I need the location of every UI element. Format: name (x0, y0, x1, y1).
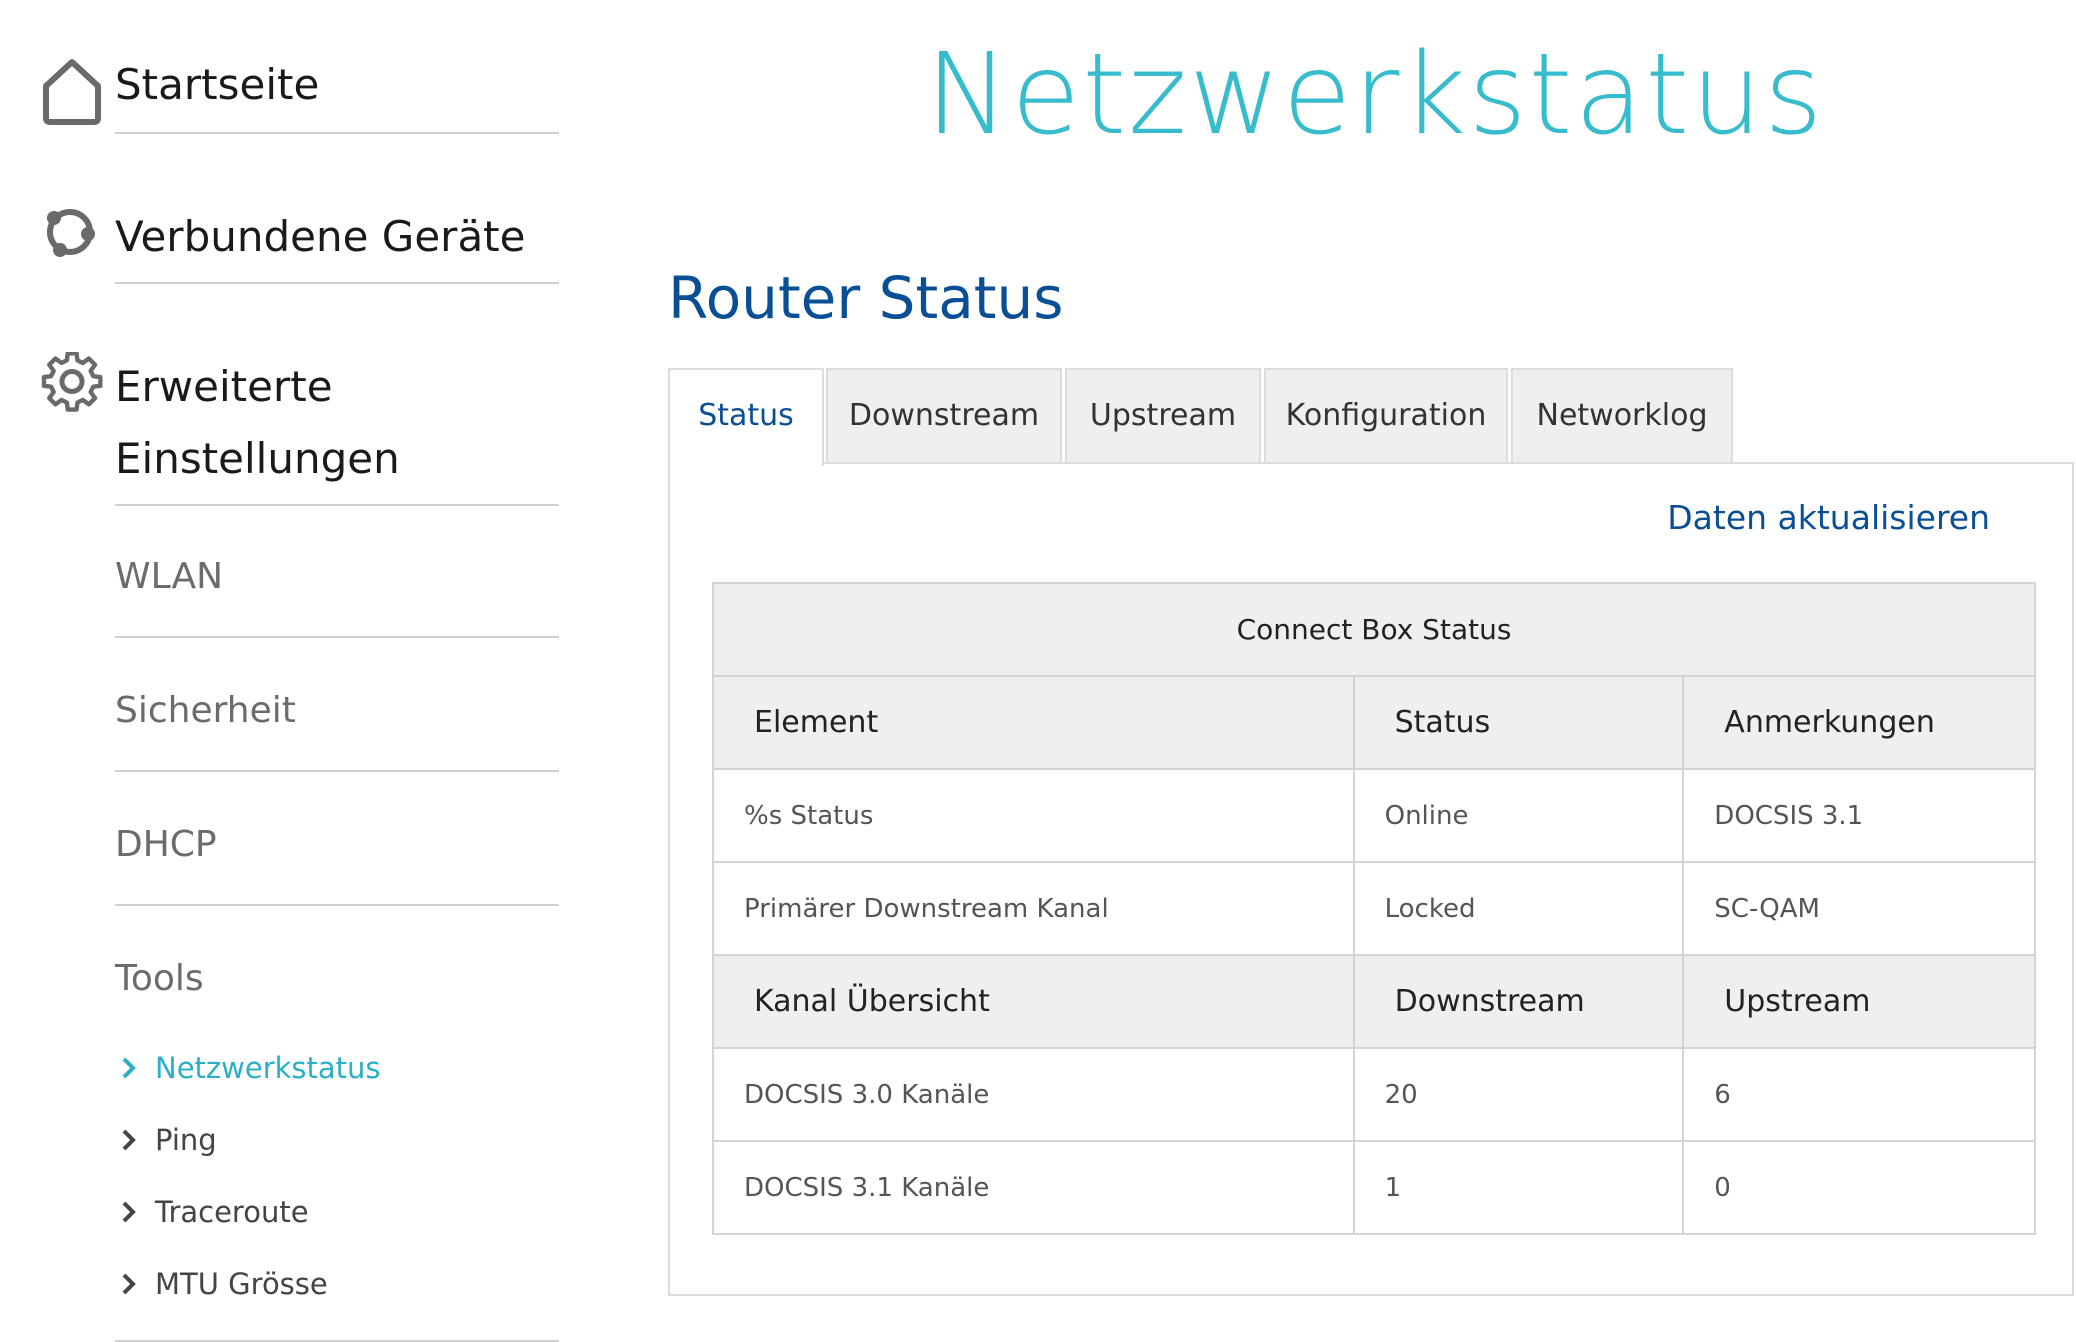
home-icon (40, 56, 104, 125)
nav-item-sicherheit[interactable]: Sicherheit (115, 690, 296, 731)
table-cell: 0 (1682, 1140, 2036, 1235)
tab-panel-status: Daten aktualisieren Connect Box Status E… (668, 462, 2074, 1296)
nav-item-verbundene-geraete[interactable]: Verbundene Geräte (40, 200, 560, 280)
nav-label-startseite: Startseite (115, 60, 320, 109)
nav-item-startseite[interactable]: Startseite (40, 48, 560, 128)
chevron-right-icon (118, 1128, 140, 1152)
gear-icon (40, 351, 104, 416)
tab-upstream[interactable]: Upstream (1065, 368, 1261, 464)
table-caption: Connect Box Status (712, 582, 2036, 677)
section-title: Router Status (668, 264, 1064, 332)
tab-downstream[interactable]: Downstream (826, 368, 1062, 464)
table-row: Primärer Downstream Kanal Locked SC-QAM (712, 861, 2036, 956)
table-caption-row: Connect Box Status (712, 582, 2036, 677)
divider (115, 132, 559, 134)
tool-label: MTU Grösse (155, 1267, 328, 1301)
table-cell: DOCSIS 3.0 Kanäle (712, 1047, 1355, 1142)
column-header: Downstream (1352, 954, 1685, 1049)
chevron-right-icon (118, 1272, 140, 1296)
table-row: DOCSIS 3.0 Kanäle 20 6 (712, 1047, 2036, 1142)
column-header: Upstream (1682, 954, 2036, 1049)
table-cell: 6 (1682, 1047, 2036, 1142)
refresh-data-link[interactable]: Daten aktualisieren (1667, 498, 1990, 537)
tool-label: Traceroute (155, 1195, 309, 1229)
divider (115, 904, 559, 906)
nav-item-tools[interactable]: Tools (115, 958, 204, 999)
table-cell: DOCSIS 3.1 Kanäle (712, 1140, 1355, 1235)
chevron-right-icon (118, 1200, 140, 1224)
chevron-right-icon (118, 1056, 140, 1080)
divider (115, 504, 559, 506)
column-header: Kanal Übersicht (712, 954, 1355, 1049)
divider (115, 770, 559, 772)
column-header: Element (712, 675, 1355, 770)
divider (115, 636, 559, 638)
nav-item-wlan[interactable]: WLAN (115, 556, 223, 597)
nav-item-erweiterte-einstellungen[interactable]: Erweiterte Einstellungen (40, 350, 560, 500)
table-row: DOCSIS 3.1 Kanäle 1 0 (712, 1140, 2036, 1235)
table-cell: %s Status (712, 768, 1355, 863)
page-title: Netzwerkstatus (925, 30, 1825, 160)
divider (115, 282, 559, 284)
nav-item-dhcp[interactable]: DHCP (115, 824, 217, 865)
nav-label-einstellungen: Einstellungen (115, 434, 400, 483)
sidebar: Startseite Verbundene Geräte Erweiterte … (0, 0, 580, 1342)
nav-label-verbundene-geraete: Verbundene Geräte (115, 212, 526, 261)
tab-networklog[interactable]: Networklog (1511, 368, 1733, 464)
table-cell: Online (1352, 768, 1685, 863)
table-cell: Locked (1352, 861, 1685, 956)
tab-status[interactable]: Status (668, 368, 824, 466)
tab-konfiguration[interactable]: Konfiguration (1264, 368, 1508, 464)
column-header: Status (1352, 675, 1685, 770)
table-cell: 1 (1352, 1140, 1685, 1235)
column-header: Anmerkungen (1682, 675, 2036, 770)
connect-box-status-table: Connect Box Status Element Status Anmerk… (712, 582, 2036, 1235)
table-cell: 20 (1352, 1047, 1685, 1142)
tool-label: Ping (155, 1123, 217, 1157)
nav-label-erweiterte: Erweiterte (115, 362, 333, 411)
table-header-row: Kanal Übersicht Downstream Upstream (712, 954, 2036, 1049)
table-header-row: Element Status Anmerkungen (712, 675, 2036, 770)
table-cell: Primärer Downstream Kanal (712, 861, 1355, 956)
table-cell: DOCSIS 3.1 (1682, 768, 2036, 863)
connected-devices-icon (40, 202, 104, 266)
tool-label: Netzwerkstatus (155, 1051, 381, 1085)
table-row: %s Status Online DOCSIS 3.1 (712, 768, 2036, 863)
table-cell: SC-QAM (1682, 861, 2036, 956)
